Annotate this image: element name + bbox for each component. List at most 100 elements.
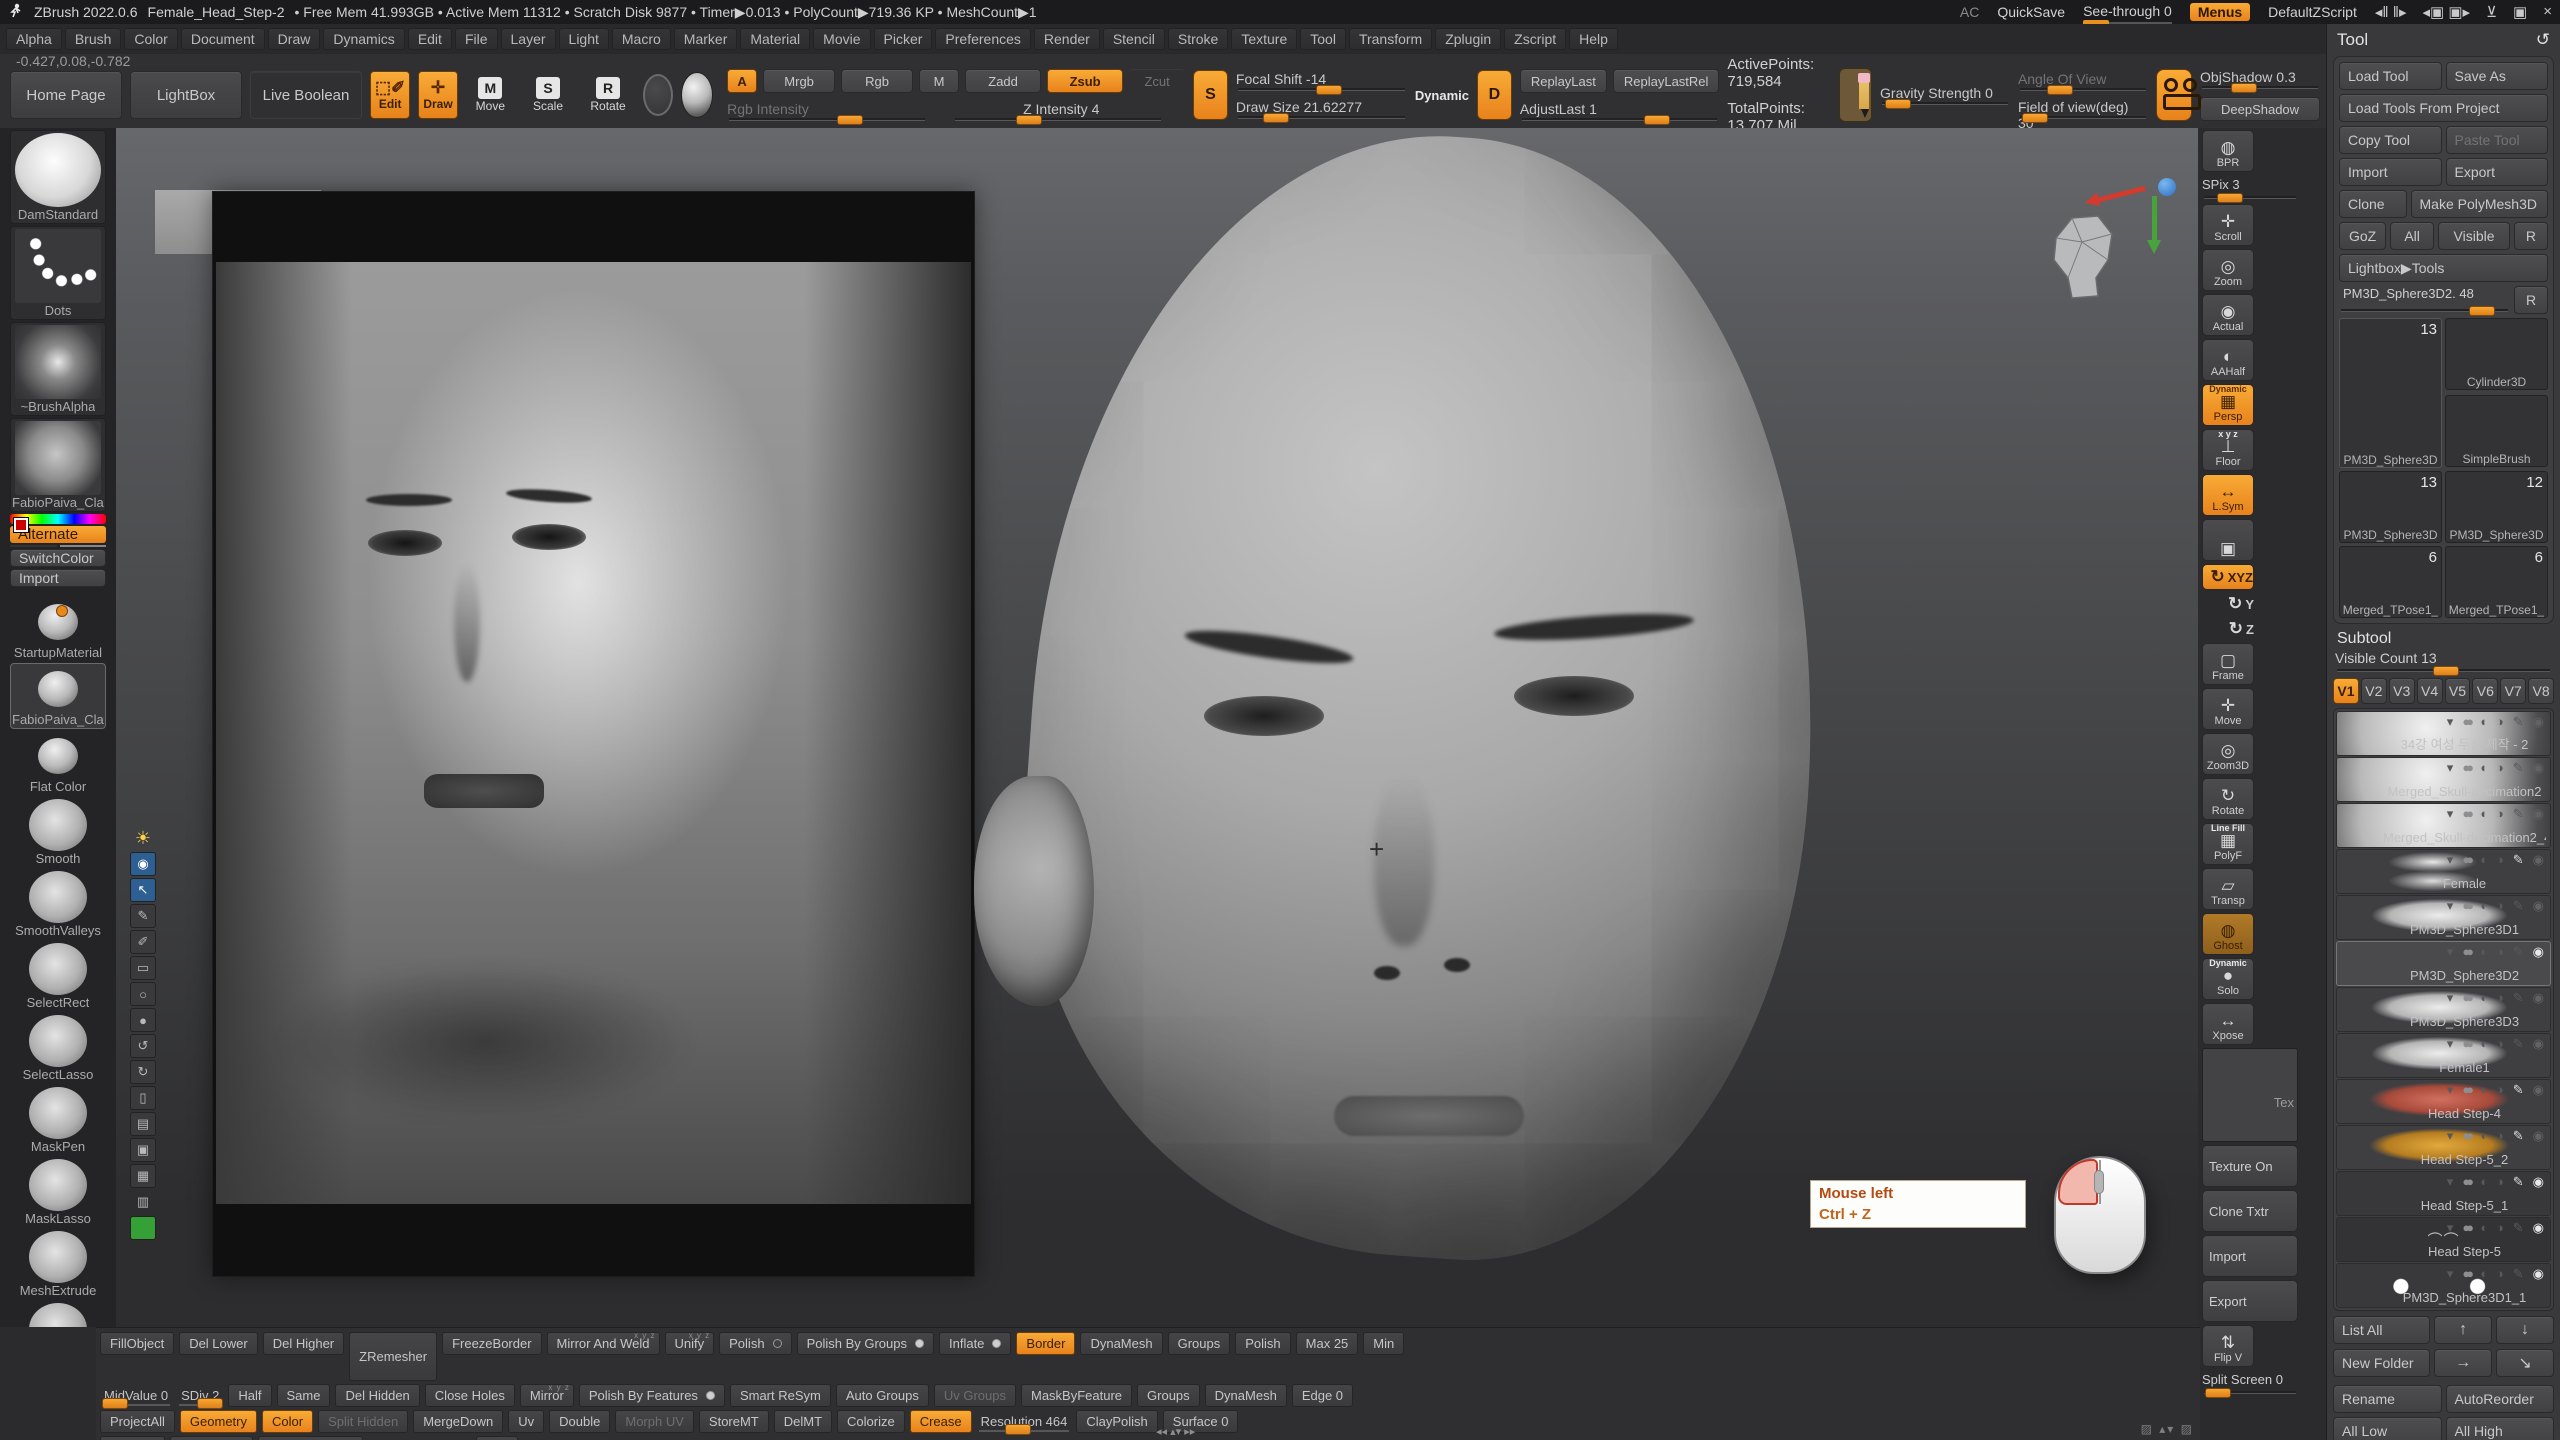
window-layout-icon[interactable]: ◂▣ ▣▸ — [2422, 3, 2470, 21]
paint-brush-icon[interactable]: ✎ — [2513, 1220, 2524, 1236]
menu-item[interactable]: Light — [559, 28, 609, 50]
flip-v-button[interactable]: ⇅Flip V — [2202, 1325, 2254, 1367]
default-zscript-button[interactable]: DefaultZScript — [2268, 4, 2357, 20]
bottom-button[interactable]: MergeDown — [413, 1410, 503, 1433]
paste-tool-button[interactable]: Paste Tool — [2446, 126, 2549, 154]
brush-icon-d[interactable]: D — [1477, 70, 1512, 120]
subtool-item[interactable]: ▾ ●● ◖ ◑ ✎ ◉ Head Step-4 — [2336, 1079, 2551, 1124]
visibility-eye-icon[interactable]: ◉ — [2533, 1220, 2544, 1236]
subtool-item[interactable]: ▾ ●● ◖ ◑ ✎ ◉ PM3D_Sphere3D3 — [2336, 987, 2551, 1032]
list-arrow-icon[interactable]: ▾ — [2447, 806, 2454, 822]
ghost-mode-icon[interactable]: ◖ — [2479, 898, 2487, 914]
difference-icon[interactable]: ◑ — [2496, 1220, 2504, 1236]
paint-brush-icon[interactable]: ✎ — [2513, 806, 2524, 822]
stroke-picker-icon[interactable] — [643, 74, 673, 116]
view-button[interactable]: ↻ XYZ — [2202, 564, 2254, 590]
menu-item[interactable]: Brush — [65, 28, 122, 50]
difference-icon[interactable]: ◑ — [2496, 990, 2504, 1006]
rgb-button[interactable]: Rgb — [841, 69, 913, 93]
visibility-eye-icon[interactable]: ◉ — [2533, 1128, 2544, 1144]
import-color-button[interactable]: Import — [10, 569, 106, 587]
move-down-icon[interactable]: ↓ — [2496, 1316, 2554, 1344]
bottom-button[interactable]: Groups — [1137, 1384, 1200, 1407]
bpr-render-button[interactable]: ◍BPR — [2202, 130, 2254, 172]
polypaint-icon[interactable]: ●● — [2462, 714, 2470, 730]
ghost-mode-icon[interactable]: ◖ — [2479, 1266, 2487, 1282]
texture-preview-box[interactable]: Tex — [2202, 1048, 2298, 1142]
quick-brush-item[interactable]: MeshProject — [10, 1301, 106, 1327]
polypaint-icon[interactable]: ●● — [2462, 852, 2470, 868]
subtool-item[interactable]: ▾ ●● ◖ ◑ ✎ ◉ Female1 — [2336, 1033, 2551, 1078]
import-button[interactable]: Import — [2339, 158, 2442, 186]
m-button[interactable]: M — [919, 69, 959, 93]
move-out-folder-icon[interactable]: ↘ — [2496, 1349, 2554, 1377]
bottom-button[interactable]: Max 25 — [1296, 1332, 1359, 1355]
goz-button[interactable]: GoZ — [2339, 222, 2386, 250]
menus-button[interactable]: Menus — [2190, 3, 2250, 21]
view-button[interactable]: Line Fill ▦ PolyF — [2202, 823, 2254, 865]
subtool-item[interactable]: ▾ ●● ◖ ◑ ✎ ◉ Head Step-5_2 — [2336, 1125, 2551, 1170]
all-high-button[interactable]: All High — [2446, 1417, 2555, 1440]
ghost-mode-icon[interactable]: ◖ — [2479, 714, 2487, 730]
bottom-button[interactable]: Auto Groups — [836, 1384, 929, 1407]
subtool-view-tab[interactable]: V4 — [2417, 678, 2443, 704]
bottom-button[interactable]: Half — [228, 1384, 271, 1407]
bottom-button[interactable]: Mirror And Weldx y z — [547, 1332, 660, 1355]
list-all-button[interactable]: List All — [2333, 1316, 2430, 1344]
subtool-item[interactable]: ▾ ●● ◖ ◑ ✎ ◉ Female — [2336, 849, 2551, 894]
quicksave-button[interactable]: QuickSave — [1997, 4, 2065, 20]
load-tool-button[interactable]: Load Tool — [2339, 62, 2442, 90]
tool-item[interactable]: 12 PM3D_Sphere3D — [2445, 471, 2548, 543]
bottom-button[interactable]: Double — [549, 1410, 610, 1433]
gravity-strength-slider[interactable]: Gravity Strength 0 — [1880, 85, 2010, 105]
layers-icon[interactable]: ▤ — [130, 1112, 156, 1136]
visibility-eye-icon[interactable]: ◉ — [2533, 806, 2544, 822]
secondary-color-swatch[interactable] — [60, 545, 107, 547]
subtool-item[interactable]: ▾ ●● ◖ ◑ ✎ ◉ PM3D_Sphere3D1 — [2336, 895, 2551, 940]
menu-item[interactable]: Transform — [1349, 28, 1432, 50]
bottom-button[interactable]: Del Lower — [179, 1332, 258, 1355]
see-through-slider[interactable]: See-through 0 — [2083, 3, 2172, 21]
difference-icon[interactable]: ◑ — [2496, 1036, 2504, 1052]
menu-item[interactable]: Alpha — [6, 28, 62, 50]
goz-all-button[interactable]: All — [2390, 222, 2434, 250]
bottom-button[interactable]: ZRemesher — [349, 1332, 437, 1381]
movie-camera-icon[interactable] — [2156, 69, 2192, 121]
bottom-button[interactable]: LazyStep 0.05 — [595, 1436, 686, 1440]
bottom-button[interactable]: Split Hidden — [318, 1410, 408, 1433]
bottom-button[interactable]: Min Connected I — [368, 1436, 471, 1440]
texture-on-button[interactable]: Texture On — [2202, 1145, 2298, 1187]
undo-icon[interactable]: ↺ — [130, 1034, 156, 1058]
canvas-scroll-arrows[interactable]: ◂◂ ▴▾ ▸▸ — [1156, 1425, 1195, 1438]
visibility-eye-icon[interactable]: ◉ — [2533, 1174, 2544, 1190]
view-button[interactable]: ◐ AAHalf — [2202, 339, 2254, 381]
edit-button[interactable]: ⬚✐Edit — [370, 71, 410, 119]
view-button[interactable]: ▢ Frame — [2202, 643, 2254, 685]
menu-item[interactable]: Dynamics — [323, 28, 404, 50]
list-arrow-icon[interactable]: ▾ — [2447, 1266, 2454, 1282]
tool-item[interactable]: 13 PM3D_Sphere3D — [2339, 471, 2442, 543]
pen-icon[interactable]: ✎ — [130, 904, 156, 928]
polypaint-icon[interactable]: ●● — [2462, 1220, 2470, 1236]
eraser-icon[interactable]: ▭ — [130, 956, 156, 980]
list-arrow-icon[interactable]: ▾ — [2447, 898, 2454, 914]
bottom-button[interactable]: Roll — [476, 1436, 518, 1440]
refresh-icon[interactable]: ↺ — [2536, 30, 2550, 50]
view-button[interactable]: ▱ Transp — [2202, 868, 2254, 910]
ghost-mode-icon[interactable]: ◖ — [2479, 990, 2487, 1006]
polypaint-icon[interactable]: ●● — [2462, 1036, 2470, 1052]
bottom-button[interactable]: Polish — [719, 1332, 791, 1355]
visibility-eye-icon[interactable]: ◉ — [2533, 944, 2544, 960]
polypaint-icon[interactable]: ●● — [2462, 898, 2470, 914]
polypaint-icon[interactable]: ●● — [2462, 990, 2470, 1006]
sculpt-head[interactable] — [974, 136, 1830, 1304]
bottom-button[interactable]: MaskByFeature — [1021, 1384, 1132, 1407]
mrgb-button[interactable]: Mrgb — [763, 69, 835, 93]
subtool-view-tab[interactable]: V6 — [2472, 678, 2498, 704]
replay-last-button[interactable]: ReplayLast — [1520, 69, 1607, 93]
visibility-eye-icon[interactable]: ◉ — [2533, 852, 2544, 868]
new-folder-button[interactable]: New Folder — [2333, 1349, 2430, 1377]
list-arrow-icon[interactable]: ▾ — [2447, 1220, 2454, 1236]
polypaint-icon[interactable]: ●● — [2462, 806, 2470, 822]
subtool-view-tab[interactable]: V5 — [2445, 678, 2471, 704]
